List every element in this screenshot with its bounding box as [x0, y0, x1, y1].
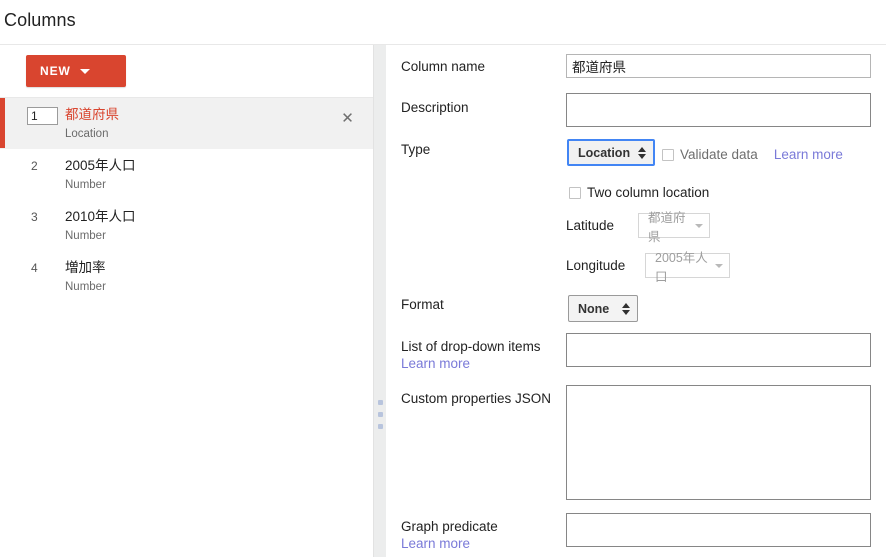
latitude-select-value: 都道府県 [648, 210, 686, 244]
two-column-location-row: Two column location [569, 185, 709, 200]
page-title: Columns [4, 10, 76, 30]
column-name-input[interactable] [566, 54, 871, 78]
column-name-label: 増加率 [65, 260, 106, 275]
longitude-select[interactable]: 2005年人口 [645, 251, 730, 284]
new-button-label: NEW [40, 64, 71, 78]
updown-arrows-icon [622, 302, 631, 316]
format-field-label: Format [401, 297, 444, 312]
new-column-button[interactable]: NEW [26, 55, 126, 87]
type-field-label: Type [401, 142, 431, 157]
column-detail-form: Column name Description Type Location Va… [386, 45, 886, 557]
column-type-label: Location [65, 128, 109, 140]
type-select-value: Location [578, 145, 631, 160]
column-index-label: 3 [31, 210, 38, 224]
column-name-label: 2005年人口 [65, 158, 136, 173]
latitude-label: Latitude [566, 218, 615, 233]
column-name-label: 都道府県 [65, 107, 119, 122]
chevron-down-icon [715, 263, 723, 268]
description-field-label: Description [401, 100, 469, 115]
columns-list-panel: NEW 都道府県 Location ✕ 2 2005年人口 Number 3 [0, 45, 373, 557]
dropdown-items-learn-more-link[interactable]: Learn more [401, 356, 470, 371]
type-select[interactable]: Location [567, 139, 656, 166]
custom-properties-textarea[interactable] [566, 385, 871, 500]
updown-arrows-icon [638, 146, 647, 160]
panel-splitter[interactable] [373, 45, 386, 557]
column-index-label: 4 [31, 261, 38, 275]
column-index-label: 2 [31, 159, 38, 173]
column-type-label: Number [65, 179, 106, 191]
two-column-location-checkbox[interactable] [569, 186, 581, 199]
caret-down-icon [79, 68, 90, 74]
column-list-item-1[interactable]: 都道府県 Location ✕ [0, 98, 373, 149]
latitude-select[interactable]: 都道府県 [638, 211, 710, 244]
type-learn-more-link[interactable]: Learn more [774, 147, 843, 162]
columns-toolbar: NEW [0, 45, 373, 98]
validate-data-row: Validate data Learn more [662, 147, 843, 162]
drag-handle-icon [378, 400, 383, 429]
graph-predicate-field-label: Graph predicate [401, 519, 498, 534]
column-name-label: 2010年人口 [65, 209, 136, 224]
longitude-label: Longitude [566, 258, 626, 273]
selected-accent-bar [0, 98, 5, 148]
column-list-item-4[interactable]: 4 増加率 Number [0, 251, 373, 302]
two-column-location-label: Two column location [587, 185, 710, 200]
column-type-label: Number [65, 230, 106, 242]
column-type-label: Number [65, 281, 106, 293]
longitude-select-value: 2005年人口 [655, 250, 708, 284]
dropdown-items-field-label: List of drop-down items [401, 339, 541, 354]
format-select[interactable]: None [568, 295, 638, 322]
description-textarea[interactable] [566, 93, 871, 127]
columns-list: 都道府県 Location ✕ 2 2005年人口 Number 3 2010年… [0, 98, 373, 302]
graph-predicate-textarea[interactable] [566, 513, 871, 547]
column-list-item-3[interactable]: 3 2010年人口 Number [0, 200, 373, 251]
columns-editor-page: Columns NEW 都道府県 Location ✕ 2 2005年人口 N [0, 0, 886, 557]
column-list-item-2[interactable]: 2 2005年人口 Number [0, 149, 373, 200]
page-header: Columns [0, 0, 886, 45]
dropdown-items-textarea[interactable] [566, 333, 871, 367]
validate-data-label: Validate data [680, 147, 758, 162]
graph-predicate-learn-more-link[interactable]: Learn more [401, 536, 470, 551]
validate-data-checkbox[interactable] [662, 148, 674, 161]
close-icon[interactable]: ✕ [339, 110, 356, 127]
custom-properties-field-label: Custom properties JSON [401, 391, 552, 406]
format-select-value: None [578, 301, 610, 316]
column-index-input[interactable] [27, 107, 58, 125]
chevron-down-icon [695, 223, 703, 228]
column-name-field-label: Column name [401, 59, 486, 74]
